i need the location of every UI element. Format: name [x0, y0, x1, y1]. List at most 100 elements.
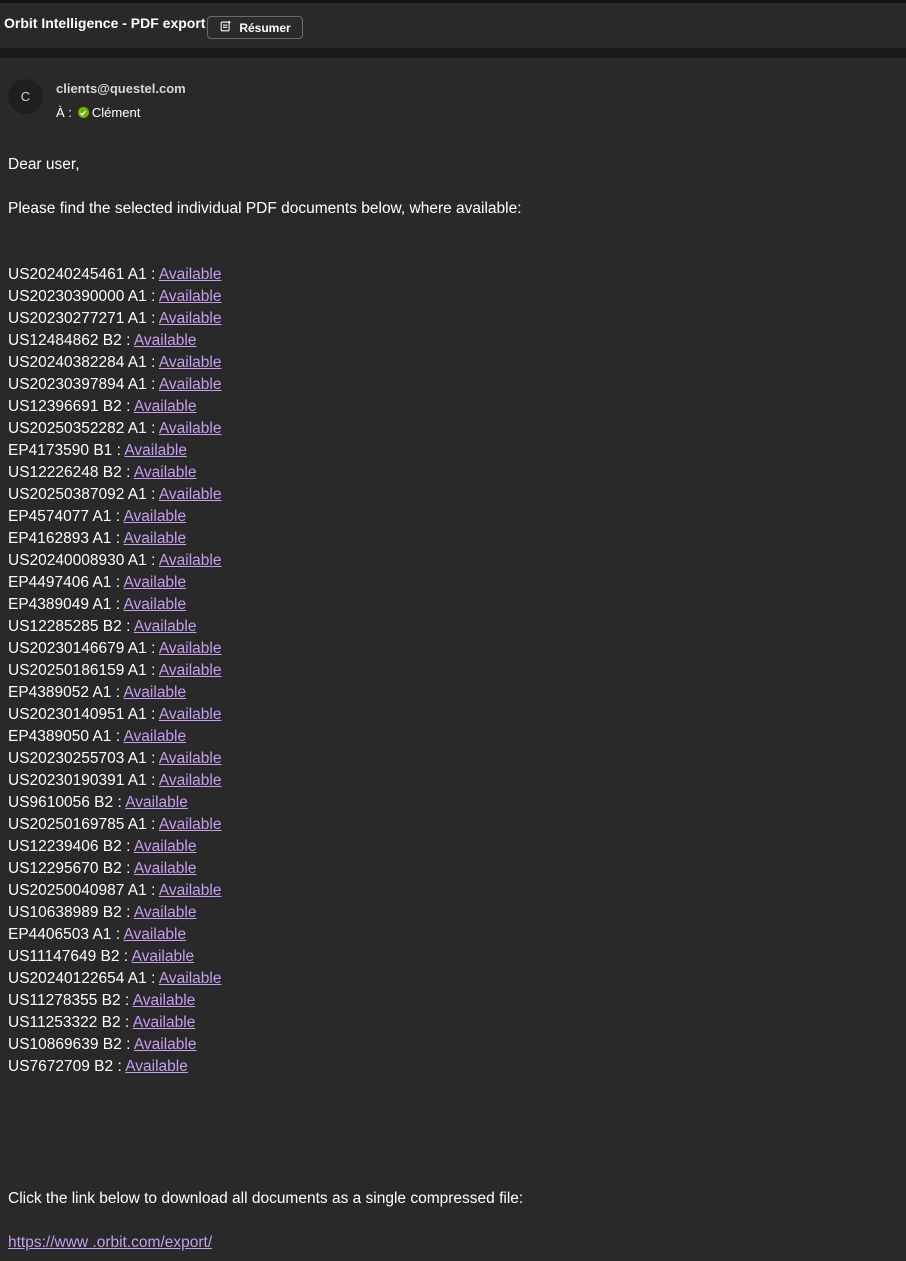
- document-available-link[interactable]: Available: [125, 1058, 188, 1075]
- document-available-link[interactable]: Available: [159, 816, 222, 833]
- document-id: US20240008930 A1 :: [8, 552, 156, 569]
- available-check-icon: [77, 107, 89, 118]
- document-available-link[interactable]: Available: [159, 662, 222, 679]
- document-id: US9610056 B2 :: [8, 794, 122, 811]
- document-id: US12484862 B2 :: [8, 332, 131, 349]
- document-id: US20230255703 A1 :: [8, 750, 156, 767]
- document-row: US10869639 B2 : Available: [8, 1034, 221, 1056]
- to-label: À :: [56, 105, 72, 120]
- document-available-link[interactable]: Available: [159, 420, 222, 437]
- document-row: US10638989 B2 : Available: [8, 902, 221, 924]
- header-divider: [0, 48, 906, 58]
- document-id: US20240122654 A1 :: [8, 970, 156, 987]
- summarize-button[interactable]: Résumer: [207, 16, 303, 39]
- document-available-link[interactable]: Available: [124, 728, 187, 745]
- document-id: US10638989 B2 :: [8, 904, 131, 921]
- document-row: EP4173590 B1 : Available: [8, 440, 221, 462]
- document-id: US20250169785 A1 :: [8, 816, 156, 833]
- document-available-link[interactable]: Available: [159, 750, 222, 767]
- document-row: US20250352282 A1 : Available: [8, 418, 221, 440]
- document-available-link[interactable]: Available: [124, 508, 187, 525]
- document-row: EP4389052 A1 : Available: [8, 682, 221, 704]
- document-id: US12396691 B2 :: [8, 398, 131, 415]
- document-row: US11253322 B2 : Available: [8, 1012, 221, 1034]
- document-row: US20240245461 A1 : Available: [8, 264, 221, 286]
- document-available-link[interactable]: Available: [159, 552, 222, 569]
- document-id: US20250387092 A1 :: [8, 486, 156, 503]
- document-row: US7672709 B2 : Available: [8, 1056, 221, 1078]
- document-row: US9610056 B2 : Available: [8, 792, 221, 814]
- document-row: EP4389050 A1 : Available: [8, 726, 221, 748]
- document-available-link[interactable]: Available: [159, 772, 222, 789]
- document-available-link[interactable]: Available: [134, 464, 197, 481]
- document-available-link[interactable]: Available: [134, 1036, 197, 1053]
- document-available-link[interactable]: Available: [159, 882, 222, 899]
- document-available-link[interactable]: Available: [159, 970, 222, 987]
- document-id: US12295670 B2 :: [8, 860, 131, 877]
- document-row: US20240008930 A1 : Available: [8, 550, 221, 572]
- document-row: US20250040987 A1 : Available: [8, 880, 221, 902]
- document-available-link[interactable]: Available: [124, 684, 187, 701]
- document-available-link[interactable]: Available: [124, 530, 187, 547]
- document-id: US12226248 B2 :: [8, 464, 131, 481]
- document-id: US11278355 B2 :: [8, 992, 130, 1009]
- intro-text: Please find the selected individual PDF …: [8, 200, 522, 217]
- document-available-link[interactable]: Available: [133, 1014, 196, 1031]
- document-available-link[interactable]: Available: [134, 904, 197, 921]
- document-row: US20240122654 A1 : Available: [8, 968, 221, 990]
- document-id: US20240245461 A1 :: [8, 266, 156, 283]
- document-row: EP4497406 A1 : Available: [8, 572, 221, 594]
- document-row: US12295670 B2 : Available: [8, 858, 221, 880]
- sender-email[interactable]: clients@questel.com: [56, 81, 186, 96]
- document-available-link[interactable]: Available: [124, 574, 187, 591]
- document-id: US20230277271 A1 :: [8, 310, 156, 327]
- document-available-link[interactable]: Available: [124, 926, 187, 943]
- document-available-link[interactable]: Available: [159, 706, 222, 723]
- document-available-link[interactable]: Available: [159, 486, 222, 503]
- document-available-link[interactable]: Available: [159, 376, 222, 393]
- document-available-link[interactable]: Available: [159, 354, 222, 371]
- sender-avatar[interactable]: C: [8, 79, 43, 114]
- document-available-link[interactable]: Available: [159, 266, 222, 283]
- document-available-link[interactable]: Available: [132, 948, 195, 965]
- document-available-link[interactable]: Available: [124, 596, 187, 613]
- document-id: US20250040987 A1 :: [8, 882, 156, 899]
- document-available-link[interactable]: Available: [134, 860, 197, 877]
- document-id: US20230140951 A1 :: [8, 706, 156, 723]
- document-row: US12484862 B2 : Available: [8, 330, 221, 352]
- document-id: US11253322 B2 :: [8, 1014, 130, 1031]
- document-id: EP4389052 A1 :: [8, 684, 121, 701]
- document-list: US20240245461 A1 : Available US2023039000…: [8, 264, 221, 1078]
- document-row: EP4162893 A1 : Available: [8, 528, 221, 550]
- document-row: EP4406503 A1 : Available: [8, 924, 221, 946]
- document-available-link[interactable]: Available: [124, 442, 187, 459]
- document-available-link[interactable]: Available: [134, 618, 197, 635]
- document-row: US20230190391 A1 : Available: [8, 770, 221, 792]
- document-id: US10869639 B2 :: [8, 1036, 131, 1053]
- document-id: EP4173590 B1 :: [8, 442, 121, 459]
- document-row: US20230255703 A1 : Available: [8, 748, 221, 770]
- document-id: EP4162893 A1 :: [8, 530, 121, 547]
- document-available-link[interactable]: Available: [134, 332, 197, 349]
- document-id: US20230397894 A1 :: [8, 376, 156, 393]
- document-row: EP4574077 A1 : Available: [8, 506, 221, 528]
- document-row: US20230277271 A1 : Available: [8, 308, 221, 330]
- document-available-link[interactable]: Available: [159, 288, 222, 305]
- document-id: EP4406503 A1 :: [8, 926, 121, 943]
- recipient-row: À : Clément: [56, 105, 140, 120]
- document-row: US12396691 B2 : Available: [8, 396, 221, 418]
- document-id: US20250186159 A1 :: [8, 662, 156, 679]
- document-available-link[interactable]: Available: [159, 310, 222, 327]
- document-available-link[interactable]: Available: [134, 398, 197, 415]
- document-available-link[interactable]: Available: [134, 838, 197, 855]
- document-id: US20230390000 A1 :: [8, 288, 156, 305]
- document-row: US20250186159 A1 : Available: [8, 660, 221, 682]
- download-all-link[interactable]: https://www .orbit.com/export/: [8, 1234, 212, 1252]
- recipient-name[interactable]: Clément: [92, 105, 140, 120]
- document-row: US20250169785 A1 : Available: [8, 814, 221, 836]
- document-available-link[interactable]: Available: [159, 640, 222, 657]
- document-available-link[interactable]: Available: [133, 992, 196, 1009]
- document-id: US11147649 B2 :: [8, 948, 129, 965]
- document-id: US20250352282 A1 :: [8, 420, 156, 437]
- document-available-link[interactable]: Available: [125, 794, 188, 811]
